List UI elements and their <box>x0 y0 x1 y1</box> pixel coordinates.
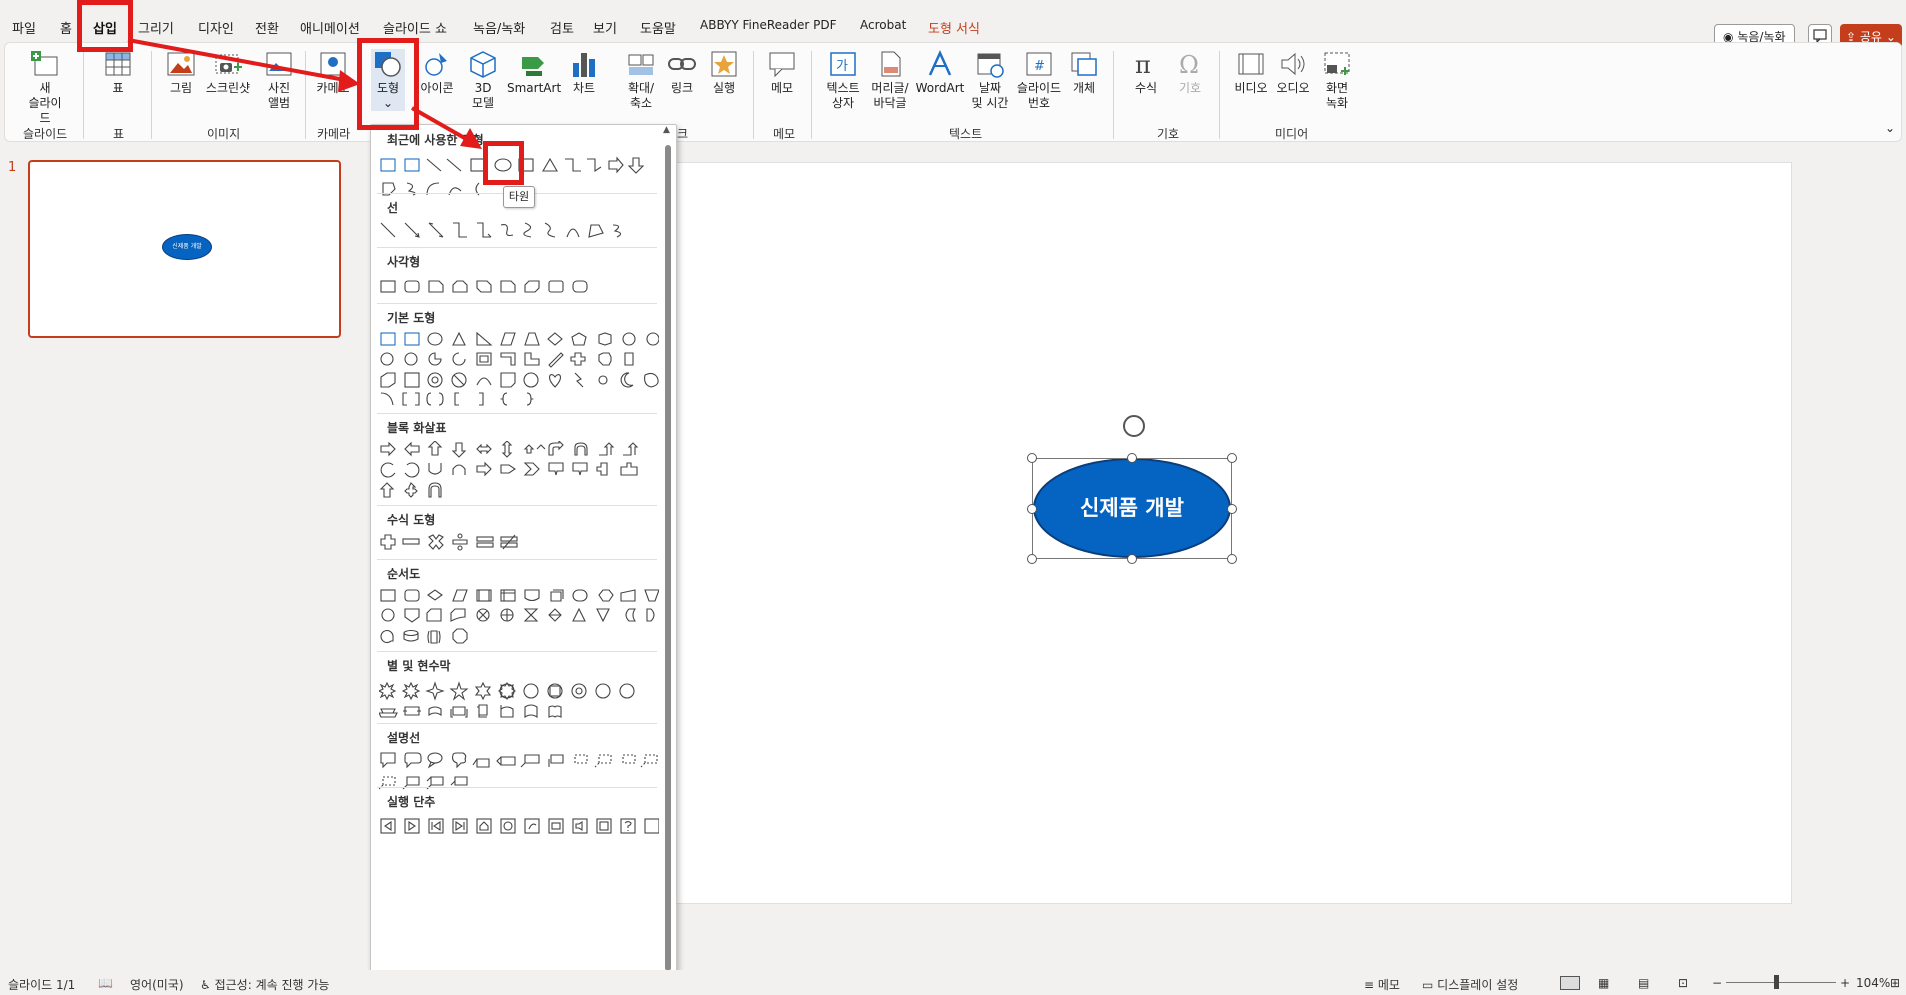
slide-counter: 슬라이드 1/1 <box>8 978 76 992</box>
annotation-arrows <box>127 38 482 149</box>
status-bar: 슬라이드 1/1 📖 영어(미국) ♿ 접근성: 계속 진행 가능 ≡ 메모 ▭… <box>0 970 1906 995</box>
zoom-level[interactable]: 104% <box>1856 976 1890 990</box>
zoom-slider-thumb[interactable] <box>1774 975 1779 989</box>
spellcheck-icon[interactable]: 📖 <box>98 976 113 990</box>
zoom-in-icon[interactable]: + <box>1840 976 1850 990</box>
reading-view-icon[interactable]: ▤ <box>1638 976 1649 990</box>
slideshow-view-icon[interactable]: ⊡ <box>1678 976 1688 990</box>
slide-sorter-icon[interactable]: ▦ <box>1598 976 1609 990</box>
display-settings-button[interactable]: ▭ 디스플레이 설정 <box>1422 976 1518 993</box>
accessibility-status[interactable]: ♿ 접근성: 계속 진행 가능 <box>200 976 329 993</box>
accessibility-label: 접근성: 계속 진행 가능 <box>214 978 330 992</box>
normal-view-icon[interactable] <box>1560 976 1580 990</box>
zoom-out-icon[interactable]: − <box>1712 976 1722 990</box>
zoom-slider[interactable] <box>1726 982 1836 983</box>
notes-icon: ≡ <box>1364 978 1375 992</box>
language-indicator[interactable]: 영어(미국) <box>130 976 184 993</box>
display-icon: ▭ <box>1422 978 1434 992</box>
fit-slide-icon[interactable]: ⊞ <box>1890 976 1900 990</box>
display-settings-label: 디스플레이 설정 <box>1437 978 1519 992</box>
accessibility-icon: ♿ <box>200 978 211 992</box>
notes-label: 메모 <box>1377 978 1400 992</box>
notes-toggle[interactable]: ≡ 메모 <box>1364 976 1400 993</box>
